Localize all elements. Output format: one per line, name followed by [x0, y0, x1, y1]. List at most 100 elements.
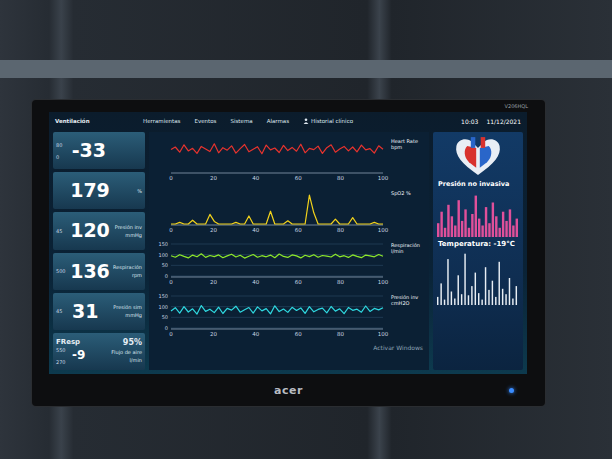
- pressure-bar: [502, 212, 504, 237]
- grid-line: [171, 317, 383, 318]
- vital-scale: 45: [56, 228, 67, 234]
- x-tick: 60: [295, 175, 302, 181]
- temperature-bar: [478, 293, 479, 305]
- waveform-chart: 150100500020406080100 Respiración l/min: [151, 240, 427, 286]
- temperature-bar: [440, 283, 441, 305]
- x-tick: 40: [252, 227, 259, 233]
- chart-label: SpO2 %: [391, 188, 427, 196]
- app-title: Ventilación: [55, 118, 135, 124]
- vital-card[interactable]: 500 136 Respiración rpm: [53, 253, 145, 290]
- temperature-bar: [447, 259, 448, 305]
- vital-row: FResp 95%: [56, 338, 142, 347]
- vital-row: 550 270 -9 Flujo de aire l/min: [56, 347, 142, 365]
- pressure-bar: [468, 228, 470, 237]
- grid-line: [171, 296, 383, 297]
- tab[interactable]: Sistema: [230, 118, 252, 124]
- windows-watermark: Activar Windows: [373, 344, 427, 351]
- pressure-bar: [451, 216, 453, 237]
- monitor: V206HQL Ventilación Herramientas Eventos…: [32, 100, 545, 406]
- temperature-bar: [499, 262, 500, 305]
- waveform-chart: 020406080100 Heart Rate bpm: [151, 136, 427, 182]
- temperature-bar: [464, 254, 465, 305]
- y-tick: 50: [162, 314, 168, 320]
- pressure-bar: [475, 196, 477, 237]
- chart-plot: 020406080100: [151, 136, 389, 182]
- y-tick: 150: [158, 293, 168, 299]
- temperature-bar: [471, 286, 472, 305]
- pressure-bar: [499, 228, 501, 237]
- pressure-bar: [444, 228, 446, 237]
- vital-unit: l/min: [129, 357, 142, 363]
- x-tick: 20: [210, 331, 217, 337]
- temperature-bar: [454, 299, 455, 305]
- vital-label: Presión sim: [113, 304, 142, 310]
- vital-label: Presión inv: [115, 224, 142, 230]
- pressure-bar: [485, 207, 487, 237]
- chart-label: Heart Rate bpm: [391, 136, 427, 150]
- vital-value: 136: [70, 261, 110, 282]
- x-tick: 100: [378, 227, 389, 233]
- vital-card[interactable]: 80 0 -33: [53, 132, 145, 169]
- tab[interactable]: Historial clínico: [303, 118, 353, 124]
- x-tick: 0: [169, 227, 173, 233]
- pressure-bar: [478, 219, 480, 237]
- chart-label: Presión inv cmH2O: [391, 292, 427, 306]
- vital-unit: %: [137, 188, 142, 194]
- x-tick: 40: [252, 175, 259, 181]
- vital-info: Presión inv mmHg: [113, 224, 142, 238]
- temperature-bar: [516, 286, 517, 305]
- tab[interactable]: Herramientas: [143, 118, 180, 124]
- vital-unit: rpm: [132, 272, 142, 278]
- tab[interactable]: Alarmas: [267, 118, 289, 124]
- vital-unit: mmHg: [125, 312, 142, 318]
- pressure-bar: [492, 203, 494, 238]
- room: V206HQL Ventilación Herramientas Eventos…: [0, 0, 612, 459]
- pressure-bar: [461, 221, 463, 237]
- vital-row: 500 136 Respiración rpm: [56, 261, 142, 282]
- vital-label: Flujo de aire: [111, 349, 142, 355]
- pressure-bar: [447, 205, 449, 237]
- x-tick: 80: [337, 279, 344, 285]
- pressure-bar: [509, 209, 511, 237]
- clock-date: 11/12/2021: [486, 118, 521, 125]
- tab[interactable]: Eventos: [194, 118, 216, 124]
- vital-scale: 500: [56, 268, 67, 274]
- x-axis: [171, 173, 383, 174]
- y-tick: 100: [158, 252, 168, 258]
- x-tick: 20: [210, 227, 217, 233]
- waveform-chart: 020406080100 SpO2 %: [151, 188, 427, 234]
- y-tick: 0: [165, 273, 168, 279]
- grid-line: [171, 328, 383, 329]
- temperature-bar: [509, 278, 510, 305]
- series-line: [171, 306, 383, 315]
- x-tick: 0: [169, 279, 173, 285]
- vital-scale: 80 0: [56, 142, 69, 160]
- scale-bottom: 270: [56, 359, 69, 365]
- x-tick: 40: [252, 279, 259, 285]
- scale-top: 500: [56, 268, 67, 274]
- vital-card[interactable]: 45 120 Presión inv mmHg: [53, 212, 145, 249]
- x-axis: [171, 277, 383, 278]
- vital-card[interactable]: 45 31 Presión sim mmHg: [53, 293, 145, 330]
- waveform-chart: 150100500020406080100 Presión inv cmH2O: [151, 292, 427, 338]
- bezel-top: V206HQL: [49, 100, 528, 112]
- series-line: [171, 254, 383, 258]
- pressure-bar: [481, 226, 483, 238]
- vitals-column: 80 0 -33 179 %45 120 Presión inv mmHg 500…: [53, 132, 145, 370]
- temperature-bar: [437, 297, 438, 305]
- grid-line: [171, 244, 383, 245]
- pressure-bar: [464, 209, 466, 237]
- temperature-bar: [485, 267, 486, 305]
- power-led[interactable]: [509, 388, 514, 393]
- scale-top: 45: [56, 228, 67, 234]
- vital-card[interactable]: FResp 95% 550 270 -9 Flujo de aire l/min: [53, 333, 145, 370]
- vital-card[interactable]: 179 %: [53, 172, 145, 209]
- charts-column: 020406080100 Heart Rate bpm020406080100 …: [149, 132, 429, 370]
- scale-top: 80: [56, 142, 69, 148]
- screen-body: 80 0 -33 179 %45 120 Presión inv mmHg500…: [49, 130, 527, 374]
- temperature-bar: [481, 300, 482, 305]
- vital-info: %: [113, 188, 142, 194]
- monitor-model: V206HQL: [505, 103, 528, 109]
- x-tick: 100: [378, 331, 389, 337]
- heart-icon: [451, 135, 505, 177]
